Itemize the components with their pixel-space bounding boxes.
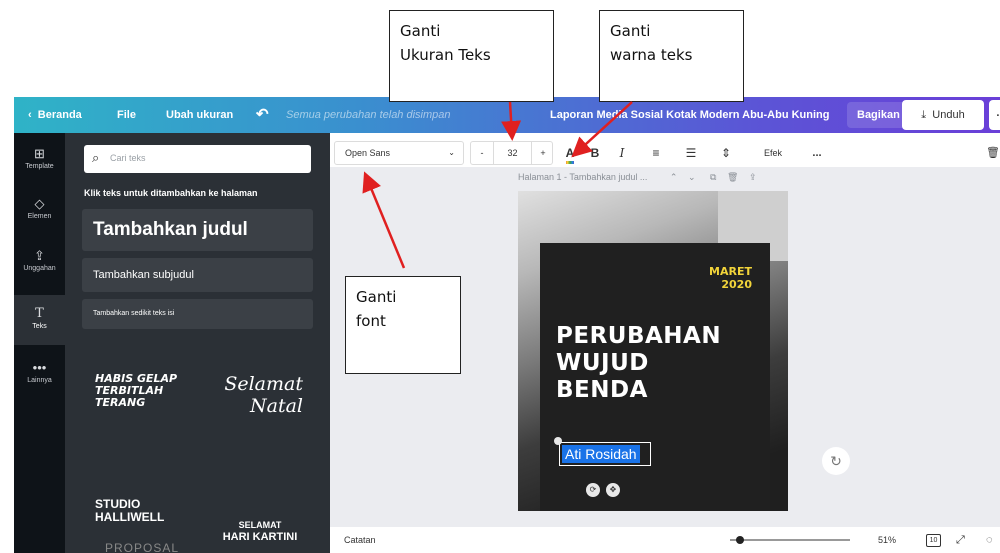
annotation-arrows xyxy=(362,101,633,269)
canva-editor-screenshot: ‹ Beranda File Ubah ukuran ↶ Semua perub… xyxy=(0,0,1000,553)
arrow-to-font-size xyxy=(501,101,522,141)
arrow-to-text-color xyxy=(571,101,633,158)
arrow-to-font-select xyxy=(362,171,406,269)
